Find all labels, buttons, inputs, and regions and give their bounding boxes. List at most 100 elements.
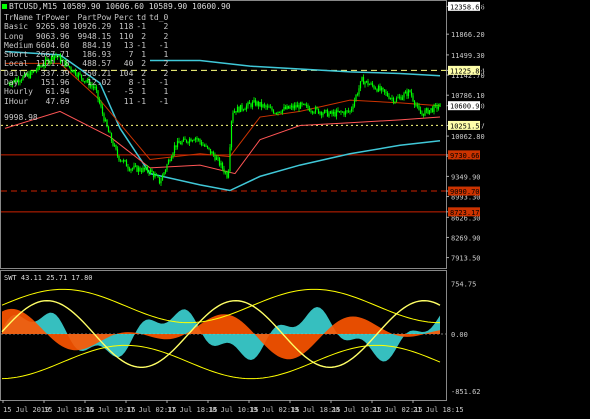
table-cell: 2 bbox=[163, 31, 169, 41]
candle-body bbox=[107, 126, 110, 133]
candle-body bbox=[272, 110, 275, 114]
candle-body bbox=[200, 142, 203, 145]
last-value-label: 9998.98 bbox=[4, 113, 38, 122]
candle-body bbox=[304, 103, 306, 106]
candle-body bbox=[202, 144, 204, 146]
candle-body bbox=[392, 98, 395, 103]
candle-body bbox=[436, 104, 438, 109]
candle-body bbox=[380, 87, 383, 91]
candle-body bbox=[191, 140, 194, 142]
candle-body bbox=[323, 110, 326, 114]
candle-body bbox=[367, 80, 369, 85]
candle-body bbox=[197, 139, 200, 140]
candle-body bbox=[286, 105, 288, 110]
candle-body bbox=[382, 87, 384, 90]
osc-tick-label: 0.00 bbox=[451, 331, 468, 339]
candle-body bbox=[250, 103, 252, 107]
candle-body bbox=[277, 111, 279, 114]
table-cell: 9265.98 bbox=[35, 22, 70, 32]
candle-body bbox=[263, 104, 266, 106]
candle-body bbox=[359, 81, 362, 89]
candle-body bbox=[410, 91, 413, 96]
table-cell: -1 bbox=[136, 40, 147, 50]
candle-body bbox=[409, 90, 411, 92]
table-cell: -1 bbox=[136, 22, 147, 32]
col-header: TrName bbox=[4, 13, 33, 22]
candle-body bbox=[302, 103, 305, 105]
price-tag-label: 12358.66 bbox=[450, 3, 484, 11]
time-tick-label: 15 Jul 2019 bbox=[3, 406, 49, 414]
candle-body bbox=[326, 109, 329, 117]
candle-body bbox=[337, 110, 339, 112]
table-cell: Basic bbox=[4, 22, 29, 32]
candle-body bbox=[329, 111, 332, 114]
candle-body bbox=[299, 102, 302, 109]
candle-body bbox=[268, 106, 270, 108]
candle-body bbox=[335, 110, 338, 117]
candle-body bbox=[254, 100, 257, 106]
oscillator-window: 754.75 0.00 -851.62 bbox=[1, 281, 481, 396]
candle-body bbox=[238, 106, 240, 113]
candle-body bbox=[164, 169, 167, 173]
table-cell: 488.57 bbox=[82, 59, 112, 69]
candle-body bbox=[340, 111, 342, 113]
table-row: Medium 6604.60 884.19 13 -1 -1 bbox=[4, 41, 171, 50]
table-cell bbox=[73, 97, 115, 106]
trend-power-table: TrName TrPower PartPow Perc td td_0 Basi… bbox=[4, 13, 171, 106]
table-row: Day 151.96 12.02 8 -1 -1 bbox=[4, 78, 171, 87]
candle-body bbox=[205, 145, 207, 147]
candle-body bbox=[358, 88, 360, 95]
candle-body bbox=[143, 167, 146, 170]
candle-body bbox=[389, 98, 392, 99]
table-header: TrName TrPower PartPow Perc td td_0 bbox=[4, 13, 171, 22]
table-cell: 9948.15 bbox=[77, 31, 112, 41]
candle-body bbox=[271, 107, 273, 111]
candle-body bbox=[118, 155, 120, 161]
candle-body bbox=[365, 80, 368, 83]
candle-body bbox=[236, 106, 239, 113]
chart-header: BTCUSD,M15 10589.90 10606.60 10589.90 10… bbox=[2, 2, 231, 11]
price-tag-label: 8723.17 bbox=[450, 209, 480, 217]
candle-body bbox=[301, 102, 303, 105]
candle-body bbox=[313, 112, 315, 114]
table-cell: 1 bbox=[141, 50, 147, 60]
table-row: Basic 9265.98 10926.29 118 -1 2 bbox=[4, 22, 171, 31]
table-cell: 40 bbox=[123, 59, 134, 69]
candle-body bbox=[370, 83, 372, 85]
candle-body bbox=[148, 171, 150, 174]
candle-body bbox=[434, 104, 437, 106]
candle-body bbox=[305, 105, 308, 106]
candle-body bbox=[421, 113, 423, 115]
table-cell: 2 bbox=[163, 68, 169, 78]
candle-body bbox=[295, 105, 297, 108]
candle-body bbox=[154, 174, 156, 178]
price-tick-label: 10786.10 bbox=[451, 92, 485, 100]
table-cell: 1 bbox=[141, 87, 147, 97]
candle-body bbox=[307, 105, 309, 109]
candle-body bbox=[404, 91, 407, 94]
candle-body bbox=[371, 83, 374, 86]
osc-tick-label: 754.75 bbox=[451, 281, 476, 289]
symbol-marker-icon bbox=[2, 4, 7, 9]
candle-body bbox=[350, 108, 353, 111]
candle-body bbox=[433, 105, 435, 112]
candle-body bbox=[386, 92, 389, 97]
candle-body bbox=[283, 107, 285, 110]
candle-body bbox=[104, 119, 107, 122]
candle-body bbox=[166, 164, 168, 170]
candle-body bbox=[211, 152, 213, 154]
candle-body bbox=[215, 157, 218, 160]
candle-body bbox=[151, 169, 153, 173]
candle-body bbox=[266, 106, 269, 108]
candle-body bbox=[233, 111, 236, 113]
candle-body bbox=[314, 107, 317, 113]
candle-body bbox=[385, 91, 387, 93]
candle-body bbox=[439, 103, 441, 107]
candle-body bbox=[101, 106, 104, 114]
candle-body bbox=[127, 166, 129, 169]
candle-body bbox=[209, 148, 212, 154]
candle-body bbox=[403, 93, 405, 98]
candle-body bbox=[338, 111, 341, 112]
candle-body bbox=[142, 167, 144, 172]
candle-body bbox=[437, 106, 440, 109]
